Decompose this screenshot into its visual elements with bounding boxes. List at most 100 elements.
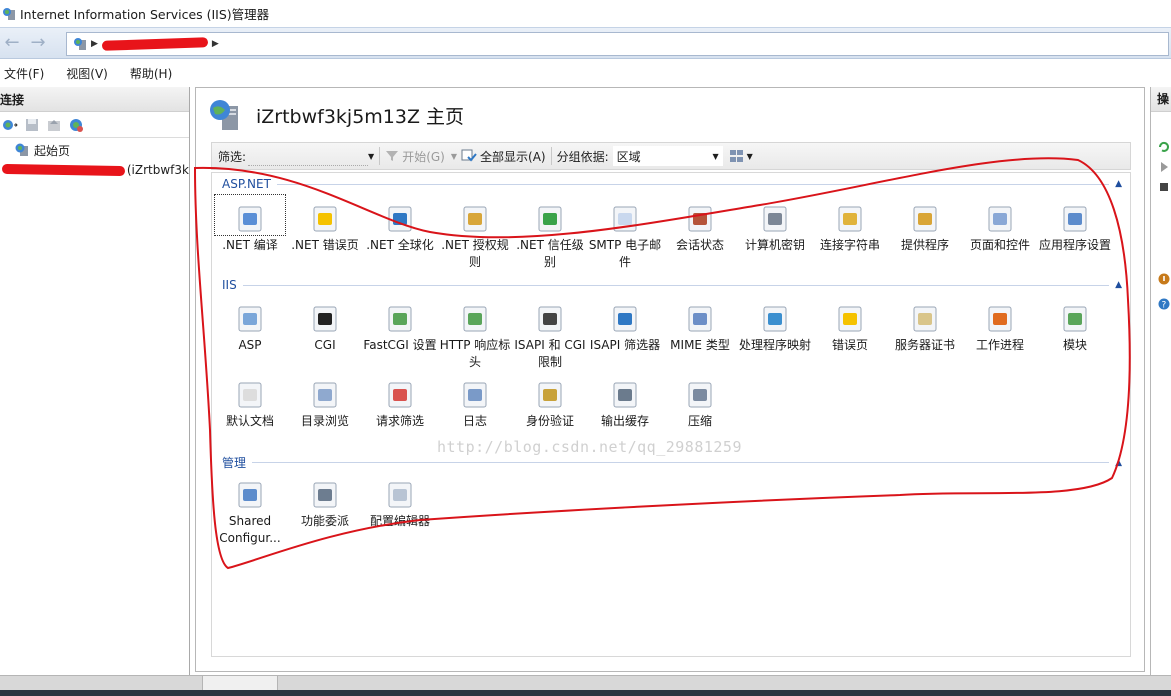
collapse-icon[interactable]: ▲ bbox=[1115, 280, 1122, 290]
feature-label: 目录浏览 bbox=[300, 414, 349, 428]
feature-tile[interactable]: 压缩 bbox=[663, 371, 737, 430]
go-dropdown-icon[interactable]: ▼ bbox=[451, 152, 457, 161]
feature-label: Shared Configur... bbox=[219, 514, 281, 545]
tree-item-start-page[interactable]: 起始页 bbox=[0, 140, 189, 160]
feature-tile[interactable]: .NET 错误页 bbox=[288, 195, 362, 254]
save-icon[interactable] bbox=[24, 117, 40, 133]
mime-types-icon bbox=[688, 306, 712, 332]
collapse-icon[interactable]: ▲ bbox=[1115, 179, 1122, 189]
feature-icon-frame bbox=[290, 471, 360, 511]
feature-label: 模块 bbox=[1062, 338, 1087, 352]
collapse-icon[interactable]: ▲ bbox=[1115, 458, 1122, 468]
feature-tile[interactable]: 计算机密钥 bbox=[738, 195, 812, 254]
session-state-icon bbox=[688, 206, 712, 232]
feature-tile[interactable]: 页面和控件 bbox=[963, 195, 1037, 254]
view-mode-dropdown-icon[interactable]: ▼ bbox=[747, 152, 753, 161]
feature-tile[interactable]: 请求筛选 bbox=[363, 371, 437, 430]
info-icon[interactable] bbox=[1158, 273, 1170, 285]
filter-input[interactable] bbox=[248, 146, 369, 166]
feature-tile[interactable]: 连接字符串 bbox=[813, 195, 887, 254]
section-header-management[interactable]: 管理 ▲ bbox=[222, 454, 1122, 471]
connections-refresh-icon[interactable] bbox=[68, 117, 84, 133]
help-icon[interactable]: ? bbox=[1158, 298, 1170, 310]
feature-tile[interactable]: .NET 编译 bbox=[213, 194, 287, 254]
feature-icon-frame bbox=[440, 195, 510, 235]
section-header-aspnet[interactable]: ASP.NET ▲ bbox=[222, 177, 1122, 191]
feature-icon-frame bbox=[440, 371, 510, 411]
section-header-iis[interactable]: IIS ▲ bbox=[222, 278, 1122, 292]
feature-icon-frame bbox=[290, 295, 360, 335]
feature-tile[interactable]: FastCGI 设置 bbox=[363, 295, 437, 354]
taskbar-strip bbox=[0, 690, 1171, 696]
feature-tile[interactable]: MIME 类型 bbox=[663, 295, 737, 354]
feature-icon-frame bbox=[1040, 295, 1110, 335]
feature-tile[interactable]: ISAPI 筛选器 bbox=[588, 295, 662, 354]
feature-tile[interactable]: 应用程序设置 bbox=[1038, 195, 1112, 254]
breadcrumb-separator-icon[interactable]: ▶ bbox=[212, 39, 219, 49]
feature-tile[interactable]: 输出缓存 bbox=[588, 371, 662, 430]
section-divider bbox=[252, 462, 1110, 463]
feature-tile[interactable]: 提供程序 bbox=[888, 195, 962, 254]
feature-icon-frame bbox=[515, 371, 585, 411]
feature-tile[interactable]: 工作进程 bbox=[963, 295, 1037, 354]
show-all-button[interactable]: 全部显示(A) bbox=[461, 148, 546, 165]
feature-label: MIME 类型 bbox=[670, 338, 730, 352]
error-pages-icon bbox=[838, 306, 862, 332]
feature-tile[interactable]: SMTP 电子邮件 bbox=[588, 195, 662, 271]
breadcrumb[interactable]: ▶ ▶ bbox=[66, 32, 1169, 56]
feature-tile[interactable]: .NET 全球化 bbox=[363, 195, 437, 254]
forward-arrow-icon[interactable]: → bbox=[26, 32, 50, 54]
menu-file[interactable]: 文件(F) bbox=[0, 65, 54, 82]
group-by-select[interactable]: 区域 ▼ bbox=[612, 146, 723, 166]
up-level-icon[interactable] bbox=[46, 117, 62, 133]
feature-tile[interactable]: 身份验证 bbox=[513, 371, 587, 430]
feature-icon-frame bbox=[815, 295, 885, 335]
feature-icon-frame bbox=[365, 295, 435, 335]
section-title: 管理 bbox=[222, 456, 247, 470]
home-header: iZrtbwf3kj5m13Z 主页 bbox=[208, 98, 464, 132]
feature-icon-frame bbox=[890, 195, 960, 235]
feature-tile[interactable]: ISAPI 和 CGI 限制 bbox=[513, 295, 587, 371]
feature-tile[interactable]: 错误页 bbox=[813, 295, 887, 354]
feature-label: 连接字符串 bbox=[819, 238, 880, 252]
feature-tile[interactable]: 服务器证书 bbox=[888, 295, 962, 354]
feature-tile[interactable]: 处理程序映射 bbox=[738, 295, 812, 354]
go-button[interactable]: 开始(G) bbox=[385, 148, 445, 165]
back-arrow-icon[interactable]: ← bbox=[0, 32, 24, 54]
isapi-filters-icon bbox=[613, 306, 637, 332]
menu-help[interactable]: 帮助(H) bbox=[126, 65, 182, 82]
feature-tile[interactable]: 会话状态 bbox=[663, 195, 737, 254]
feature-tile[interactable]: Shared Configur... bbox=[213, 471, 287, 547]
tree-item-server[interactable]: (iZrtbwf3k bbox=[0, 160, 189, 180]
feature-tile[interactable]: 配置编辑器 bbox=[363, 471, 437, 530]
breadcrumb-separator-icon[interactable]: ▶ bbox=[91, 39, 98, 49]
smtp-email-icon bbox=[613, 206, 637, 232]
section-title: IIS bbox=[222, 278, 237, 292]
feature-tile[interactable]: .NET 授权规则 bbox=[438, 195, 512, 271]
toolbar-divider bbox=[550, 147, 552, 165]
connect-icon[interactable] bbox=[2, 117, 18, 133]
view-mode-icon[interactable] bbox=[729, 149, 747, 163]
redacted-server-node bbox=[1, 163, 125, 177]
start-icon[interactable] bbox=[1158, 161, 1170, 173]
connections-header: 连接 bbox=[0, 87, 189, 112]
feature-tile[interactable]: 日志 bbox=[438, 371, 512, 430]
filter-dropdown-icon[interactable]: ▼ bbox=[368, 152, 374, 161]
refresh-icon[interactable] bbox=[1158, 141, 1170, 153]
iis-manager-window: Internet Information Services (IIS)管理器 ←… bbox=[0, 0, 1171, 696]
feature-icon-frame bbox=[590, 371, 660, 411]
feature-tile[interactable]: HTTP 响应标头 bbox=[438, 295, 512, 371]
feature-tile[interactable]: 默认文档 bbox=[213, 371, 287, 430]
feature-icon-frame bbox=[365, 371, 435, 411]
feature-tile[interactable]: 目录浏览 bbox=[288, 371, 362, 430]
feature-tile[interactable]: 功能委派 bbox=[288, 471, 362, 530]
feature-tile[interactable]: CGI bbox=[288, 295, 362, 354]
stop-icon[interactable] bbox=[1158, 181, 1170, 193]
feature-tile[interactable]: ASP bbox=[213, 295, 287, 354]
feature-icon-frame bbox=[215, 371, 285, 411]
menu-view[interactable]: 视图(V) bbox=[62, 65, 118, 82]
shared-configuration-icon bbox=[238, 482, 262, 508]
feature-tile[interactable]: .NET 信任级别 bbox=[513, 195, 587, 271]
toolbar-divider bbox=[379, 147, 381, 165]
feature-tile[interactable]: 模块 bbox=[1038, 295, 1112, 354]
